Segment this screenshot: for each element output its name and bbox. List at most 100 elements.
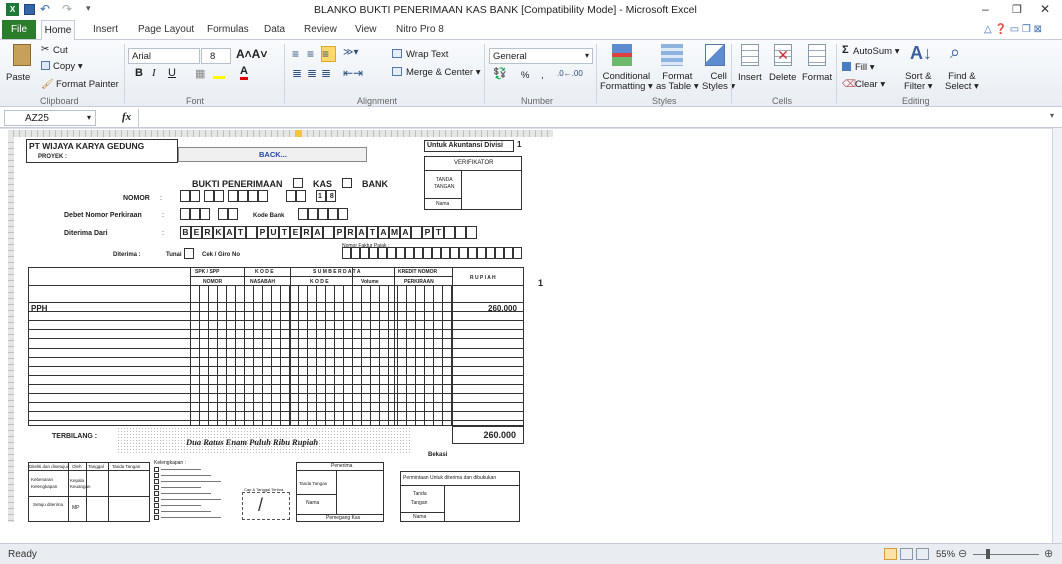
orientation-icon[interactable]: ≫▾ xyxy=(343,47,359,58)
align-bottom-icon[interactable]: ≡ xyxy=(321,46,336,62)
nama-label: Nama xyxy=(436,201,450,207)
checklist-box[interactable] xyxy=(154,515,159,520)
align-middle-icon[interactable]: ≡ xyxy=(307,47,314,61)
grid-line xyxy=(28,374,524,376)
underline-button[interactable]: U xyxy=(168,67,176,79)
company-box xyxy=(26,139,178,163)
tab-formulas[interactable]: Formulas xyxy=(207,24,249,35)
paste-button[interactable]: Paste xyxy=(6,72,30,83)
checklist-box[interactable] xyxy=(154,485,159,490)
cut-button[interactable]: Cut xyxy=(53,45,68,56)
align-top-icon[interactable]: ≡ xyxy=(292,47,299,61)
tab-view[interactable]: View xyxy=(355,24,377,35)
excel-logo-icon: X xyxy=(6,3,19,16)
decimal-icons[interactable]: .0←.00 xyxy=(557,69,583,78)
clear-button[interactable]: Clear ▾ xyxy=(855,79,885,90)
align-left-icon[interactable]: ≣ xyxy=(292,66,302,80)
column-headers xyxy=(8,130,553,137)
checklist-box[interactable] xyxy=(154,509,159,514)
align-right-icon[interactable]: ≣ xyxy=(321,66,331,80)
zoom-in-button[interactable]: ⊕ xyxy=(1044,547,1053,560)
tab-review[interactable]: Review xyxy=(304,24,337,35)
undo-icon[interactable]: ↶ xyxy=(40,2,50,16)
zoom-out-button[interactable]: ⊖ xyxy=(958,547,967,560)
font-group-label: Font xyxy=(186,96,205,106)
page-break-view-icon[interactable] xyxy=(916,548,929,560)
tab-insert[interactable]: Insert xyxy=(93,24,118,35)
conditional-formatting-button[interactable]: Conditional Formatting ▾ xyxy=(600,72,653,92)
format-painter-icon: 🖌 xyxy=(41,79,54,90)
checklist-box[interactable] xyxy=(154,497,159,502)
tab-nitro[interactable]: Nitro Pro 8 xyxy=(396,24,444,35)
zoom-slider-thumb[interactable] xyxy=(986,549,990,559)
number-format-select[interactable]: General ▾ xyxy=(489,48,593,64)
format-as-table-button[interactable]: Format as Table ▾ xyxy=(656,72,699,92)
bank-checkbox[interactable] xyxy=(342,178,352,188)
font-size-select[interactable]: 8 xyxy=(201,48,231,64)
checklist-box[interactable] xyxy=(154,473,159,478)
payer-letter-cell: A xyxy=(400,226,411,239)
number-format-value: General xyxy=(493,51,527,62)
font-name-select[interactable]: Arial xyxy=(128,48,200,64)
align-center-icon[interactable]: ≣ xyxy=(307,66,317,80)
col-rupiah-header: R U P I A H xyxy=(470,275,496,281)
checklist-box[interactable] xyxy=(154,503,159,508)
tab-page-layout[interactable]: Page Layout xyxy=(138,24,194,35)
italic-button[interactable]: I xyxy=(152,67,156,79)
bank-label: BANK xyxy=(362,179,388,189)
payer-letter-cell: K xyxy=(213,226,224,239)
name-box[interactable]: AZ25 ▾ xyxy=(4,110,96,126)
find-select-button[interactable]: Find & Select ▾ xyxy=(945,72,979,92)
zoom-slider[interactable] xyxy=(973,554,1039,555)
tunai-checkbox[interactable] xyxy=(184,248,194,259)
back-button[interactable]: BACK... xyxy=(178,147,367,162)
save-icon[interactable] xyxy=(24,4,35,15)
format-cells-button[interactable]: Format xyxy=(802,72,832,83)
paste-icon[interactable] xyxy=(13,44,31,66)
page-layout-view-icon[interactable] xyxy=(900,548,913,560)
merge-center-button[interactable]: Merge & Center ▾ xyxy=(406,67,480,78)
kas-checkbox[interactable] xyxy=(293,178,303,188)
penerima-ttd-label: Tanda Tangan xyxy=(299,481,328,486)
grow-font-icon[interactable]: A˄A˅ xyxy=(236,47,267,61)
checklist-box[interactable] xyxy=(154,467,159,472)
borders-icon[interactable]: ▦ xyxy=(195,67,205,80)
fx-icon[interactable]: fx xyxy=(122,111,131,123)
percent-button[interactable]: % xyxy=(521,70,529,81)
autosum-button[interactable]: AutoSum ▾ xyxy=(853,46,899,57)
tab-home[interactable]: Home xyxy=(41,20,75,41)
vertical-scrollbar[interactable] xyxy=(1052,128,1062,543)
tab-data[interactable]: Data xyxy=(264,24,285,35)
col-spk-header: SPK / SPP xyxy=(195,269,220,275)
checklist-box[interactable] xyxy=(154,491,159,496)
fill-color-icon[interactable] xyxy=(213,67,225,79)
help-icons[interactable]: △ ❓ ▭ ❐ ⊠ xyxy=(984,24,1042,35)
copy-button[interactable]: Copy ▾ xyxy=(53,61,83,72)
insert-cells-button[interactable]: Insert xyxy=(738,72,762,83)
font-color-icon[interactable]: A xyxy=(240,66,248,80)
faktur-cell xyxy=(432,247,441,259)
indent-icon[interactable]: ⇤⇥ xyxy=(343,66,363,80)
conditional-format-icon xyxy=(612,44,632,66)
tab-file[interactable]: File xyxy=(2,20,36,39)
zoom-level[interactable]: 55% xyxy=(936,549,955,560)
fill-button[interactable]: Fill ▾ xyxy=(855,62,875,73)
wrap-text-button[interactable]: Wrap Text xyxy=(406,49,448,60)
format-painter-button[interactable]: Format Painter xyxy=(56,79,119,90)
customize-qat-icon[interactable]: ▾ xyxy=(86,3,91,14)
normal-view-icon[interactable] xyxy=(884,548,897,560)
bold-button[interactable]: B xyxy=(135,67,143,79)
expand-formula-icon[interactable]: ▾ xyxy=(1050,111,1054,120)
formula-input[interactable] xyxy=(138,109,1048,127)
currency-icon[interactable]: 💱 xyxy=(493,67,507,80)
minimize-button[interactable]: – xyxy=(982,2,989,16)
comma-button[interactable]: , xyxy=(541,70,544,81)
close-button[interactable]: ✕ xyxy=(1040,2,1050,16)
tunai-label: Tunai xyxy=(166,252,182,258)
restore-button[interactable]: ❐ xyxy=(1012,3,1022,16)
checklist-box[interactable] xyxy=(154,479,159,484)
nomor-cell xyxy=(286,190,296,202)
delete-cells-button[interactable]: Delete xyxy=(769,72,796,83)
redo-icon[interactable]: ↷ xyxy=(62,2,72,16)
sort-filter-button[interactable]: Sort & Filter ▾ xyxy=(904,72,933,92)
